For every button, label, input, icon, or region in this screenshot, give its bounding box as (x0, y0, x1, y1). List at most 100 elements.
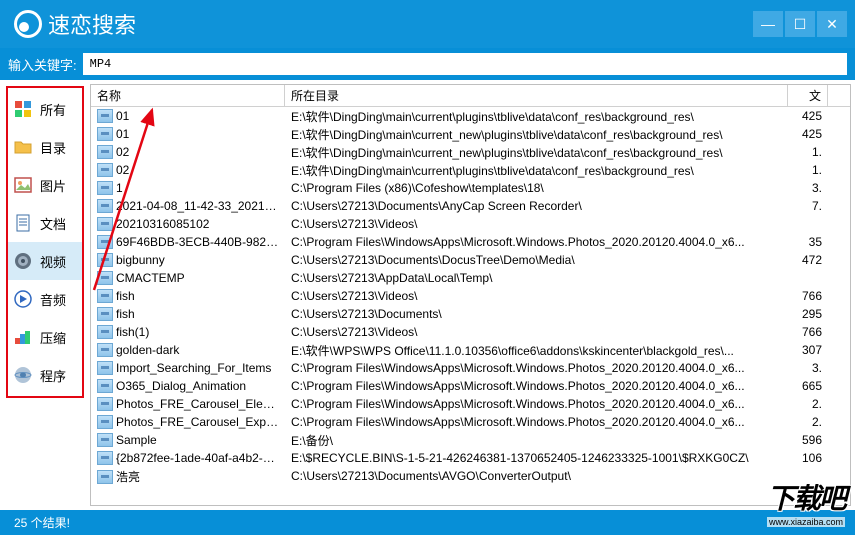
cell-size: 3. (788, 361, 828, 375)
cell-size: 1. (788, 145, 828, 159)
cell-name: Sample (91, 433, 285, 448)
cell-size: 425 (788, 109, 828, 123)
window-controls: — ☐ ✕ (753, 11, 847, 37)
search-bar: 输入关键字: (0, 48, 855, 80)
cell-dir: E:\软件\DingDing\main\current_new\plugins\… (285, 144, 788, 161)
table-row[interactable]: CMACTEMPC:\Users\27213\AppData\Local\Tem… (91, 269, 850, 287)
minimize-button[interactable]: — (753, 11, 783, 37)
cell-dir: E:\备份\ (285, 432, 788, 449)
column-name[interactable]: 名称 (91, 85, 285, 106)
cell-name: Photos_FRE_Carousel_Explor... (91, 415, 285, 430)
table-row[interactable]: 02E:\软件\DingDing\main\current\plugins\tb… (91, 161, 850, 179)
sidebar-item-all[interactable]: 所有 (8, 90, 82, 128)
cell-dir: E:\$RECYCLE.BIN\S-1-5-21-426246381-13706… (285, 451, 788, 465)
maximize-button[interactable]: ☐ (785, 11, 815, 37)
file-icon (97, 325, 113, 339)
file-list-panel: 名称 所在目录 文 01E:\软件\DingDing\main\current\… (90, 84, 851, 506)
file-icon (97, 199, 113, 213)
search-label: 输入关键字: (8, 55, 77, 74)
file-icon (97, 379, 113, 393)
cell-size: 7. (788, 199, 828, 213)
cell-name: 02 (91, 163, 285, 178)
file-icon (97, 470, 113, 484)
table-row[interactable]: 02E:\软件\DingDing\main\current_new\plugin… (91, 143, 850, 161)
sidebar-item-audio[interactable]: 音频 (8, 280, 82, 318)
cell-dir: C:\Program Files\WindowsApps\Microsoft.W… (285, 415, 788, 429)
cell-size: 106 (788, 451, 828, 465)
sidebar-highlight-box: 所有目录图片文档视频音频压缩程序 (6, 86, 84, 398)
sidebar-item-archive[interactable]: 压缩 (8, 318, 82, 356)
table-row[interactable]: 01E:\软件\DingDing\main\current_new\plugin… (91, 125, 850, 143)
table-row[interactable]: Photos_FRE_Carousel_Elevato...C:\Program… (91, 395, 850, 413)
table-row[interactable]: Import_Searching_For_ItemsC:\Program Fil… (91, 359, 850, 377)
table-row[interactable]: bigbunnyC:\Users\27213\Documents\DocusTr… (91, 251, 850, 269)
search-input[interactable] (83, 53, 847, 75)
close-button[interactable]: ✕ (817, 11, 847, 37)
cell-size: 295 (788, 307, 828, 321)
cell-name: {2b872fee-1ade-40af-a4b2-9... (91, 451, 285, 466)
table-body[interactable]: 01E:\软件\DingDing\main\current\plugins\tb… (91, 107, 850, 506)
cell-dir: C:\Users\27213\Documents\AVGO\ConverterO… (285, 469, 788, 483)
cell-name: 浩亮 (91, 468, 285, 485)
table-row[interactable]: fishC:\Users\27213\Documents\295 (91, 305, 850, 323)
file-icon (97, 253, 113, 267)
dir-icon (14, 138, 32, 156)
cell-name: 01 (91, 109, 285, 124)
cell-dir: C:\Users\27213\Videos\ (285, 289, 788, 303)
table-row[interactable]: Photos_FRE_Carousel_Explor...C:\Program … (91, 413, 850, 431)
column-size[interactable]: 文 (788, 85, 828, 106)
file-icon (97, 307, 113, 321)
titlebar: 速恋搜索 — ☐ ✕ (0, 0, 855, 48)
cell-name: fish (91, 289, 285, 304)
table-row[interactable]: fishC:\Users\27213\Videos\766 (91, 287, 850, 305)
doc-icon (14, 214, 32, 232)
sidebar-item-doc[interactable]: 文档 (8, 204, 82, 242)
table-row[interactable]: O365_Dialog_AnimationC:\Program Files\Wi… (91, 377, 850, 395)
cell-size: 2. (788, 397, 828, 411)
file-icon (97, 415, 113, 429)
sidebar-item-label: 所有 (40, 100, 66, 119)
column-dir[interactable]: 所在目录 (285, 85, 788, 106)
cell-size: 3. (788, 181, 828, 195)
cell-name: Photos_FRE_Carousel_Elevato... (91, 397, 285, 412)
video-icon (14, 252, 32, 270)
cell-dir: E:\软件\DingDing\main\current\plugins\tbli… (285, 108, 788, 125)
cell-dir: C:\Program Files\WindowsApps\Microsoft.W… (285, 397, 788, 411)
table-row[interactable]: golden-darkE:\软件\WPS\WPS Office\11.1.0.1… (91, 341, 850, 359)
table-row[interactable]: fish(1)C:\Users\27213\Videos\766 (91, 323, 850, 341)
cell-size: 35 (788, 235, 828, 249)
cell-name: 2021-04-08_11-42-33_2021-0... (91, 199, 285, 214)
cell-name: fish (91, 307, 285, 322)
table-row[interactable]: 69F46BDB-3ECB-440B-9821-...C:\Program Fi… (91, 233, 850, 251)
table-header: 名称 所在目录 文 (91, 85, 850, 107)
sidebar-item-video[interactable]: 视频 (8, 242, 82, 280)
cell-dir: E:\软件\DingDing\main\current_new\plugins\… (285, 126, 788, 143)
sidebar-item-label: 程序 (40, 366, 66, 385)
sidebar-item-program[interactable]: 程序 (8, 356, 82, 394)
table-row[interactable]: {2b872fee-1ade-40af-a4b2-9...E:\$RECYCLE… (91, 449, 850, 467)
sidebar-item-dir[interactable]: 目录 (8, 128, 82, 166)
cell-size: 766 (788, 325, 828, 339)
file-icon (97, 451, 113, 465)
sidebar-item-label: 目录 (40, 138, 66, 157)
sidebar: 所有目录图片文档视频音频压缩程序 (0, 80, 90, 510)
archive-icon (14, 328, 32, 346)
all-icon (14, 100, 32, 118)
status-bar: 25 个结果! (0, 510, 855, 535)
cell-name: CMACTEMP (91, 271, 285, 286)
file-icon (97, 343, 113, 357)
cell-size: 472 (788, 253, 828, 267)
table-row[interactable]: 20210316085102C:\Users\27213\Videos\ (91, 215, 850, 233)
table-row[interactable]: 浩亮C:\Users\27213\Documents\AVGO\Converte… (91, 467, 850, 485)
file-icon (97, 127, 113, 141)
cell-dir: C:\Users\27213\AppData\Local\Temp\ (285, 271, 788, 285)
table-row[interactable]: 01E:\软件\DingDing\main\current\plugins\tb… (91, 107, 850, 125)
table-row[interactable]: 2021-04-08_11-42-33_2021-0...C:\Users\27… (91, 197, 850, 215)
file-icon (97, 235, 113, 249)
table-row[interactable]: SampleE:\备份\596 (91, 431, 850, 449)
table-row[interactable]: 1C:\Program Files (x86)\Cofeshow\templat… (91, 179, 850, 197)
file-icon (97, 289, 113, 303)
cell-name: golden-dark (91, 343, 285, 358)
audio-icon (14, 290, 32, 308)
sidebar-item-image[interactable]: 图片 (8, 166, 82, 204)
